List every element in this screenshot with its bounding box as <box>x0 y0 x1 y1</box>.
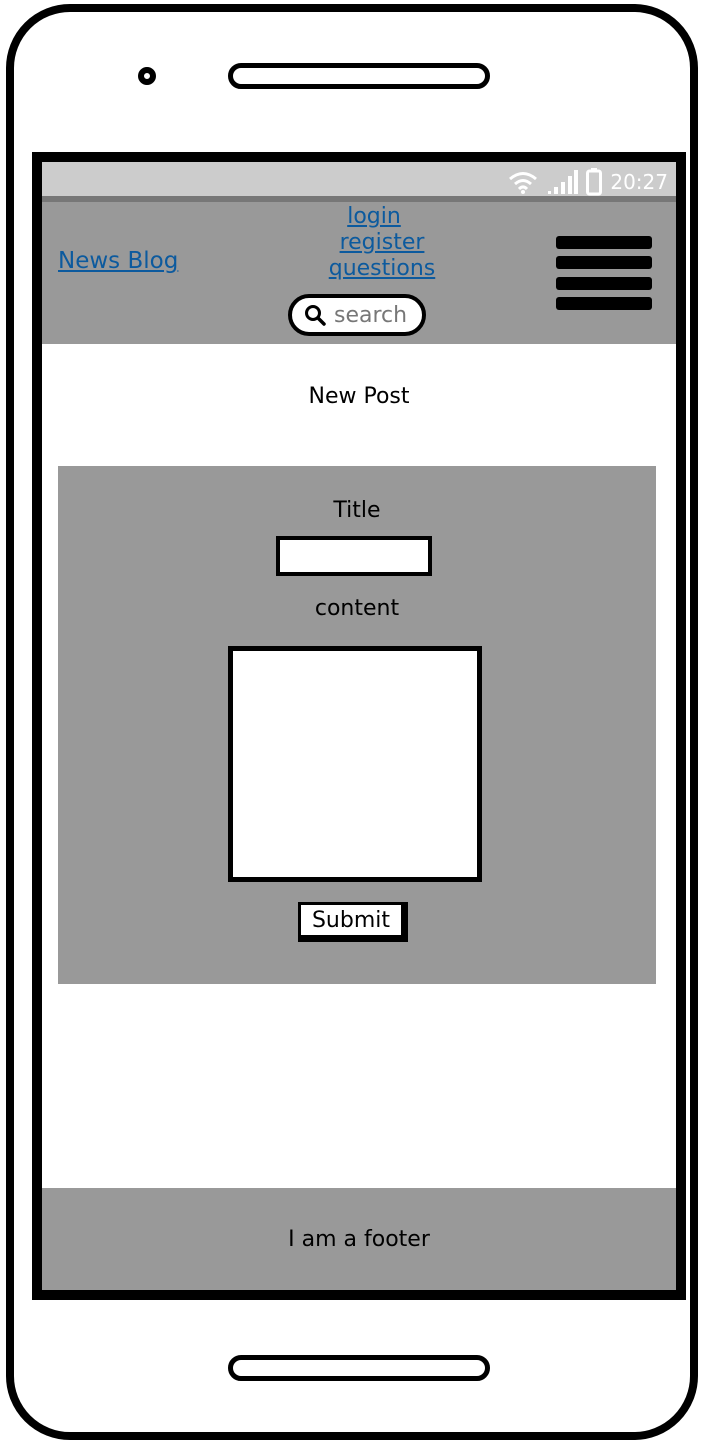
wifi-icon <box>509 172 538 194</box>
menu-bar <box>556 236 652 249</box>
status-icons: 20:27 <box>508 168 668 196</box>
title-label: Title <box>333 498 381 523</box>
menu-bar <box>556 256 652 270</box>
bottom-speaker <box>228 1355 490 1381</box>
phone-screen: 20:27 News Blog login register questions… <box>32 152 686 1300</box>
menu-bar <box>556 276 652 290</box>
app-header: News Blog login register questions searc… <box>42 202 676 344</box>
title-input[interactable] <box>276 536 432 576</box>
brand-link[interactable]: News Blog <box>58 248 178 274</box>
hamburger-menu-icon[interactable] <box>556 236 652 310</box>
nav-links: login register questions <box>292 204 472 282</box>
new-post-form: Title content Submit <box>58 466 656 984</box>
status-time: 20:27 <box>610 170 668 194</box>
nav-register-link[interactable]: register <box>292 230 472 256</box>
nav-login-link[interactable]: login <box>276 204 472 230</box>
content-label: content <box>314 596 400 621</box>
signal-icon <box>548 170 579 194</box>
content-textarea[interactable] <box>228 646 482 882</box>
search-input[interactable]: search <box>288 294 426 336</box>
search-placeholder: search <box>334 302 408 328</box>
footer-text: I am a footer <box>288 1226 430 1252</box>
front-camera <box>138 67 156 85</box>
earpiece-speaker <box>228 63 490 89</box>
status-bar: 20:27 <box>42 162 676 202</box>
search-icon <box>305 305 326 326</box>
menu-bar <box>556 296 652 310</box>
submit-button[interactable]: Submit <box>298 902 408 942</box>
page-title: New Post <box>308 384 410 409</box>
nav-questions-link[interactable]: questions <box>292 256 472 282</box>
battery-icon <box>586 168 603 196</box>
page-footer: I am a footer <box>42 1188 676 1290</box>
